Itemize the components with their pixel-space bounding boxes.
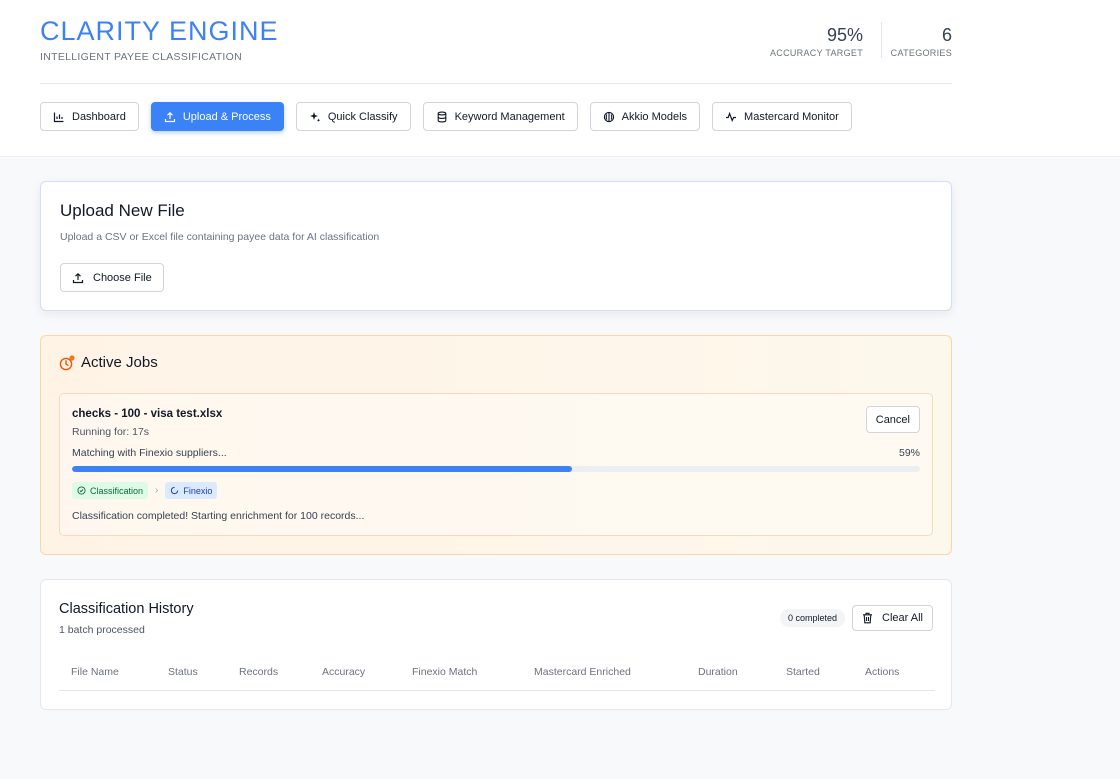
job-current-step: Matching with Finexio suppliers... [72,447,227,459]
header-divider [40,83,952,84]
chevron-right-icon: › [155,485,159,496]
classification-stage-badge: Classification [72,482,149,499]
job-item: checks - 100 - visa test.xlsx Running fo… [59,393,933,536]
active-jobs-title: Active Jobs [81,354,158,371]
categories-stat: 6 CATEGORIES [891,24,952,58]
column-header-accuracy[interactable]: Accuracy [322,666,365,678]
spinner-icon [171,486,179,495]
database-icon [437,111,446,122]
history-table-header: File Name Status Records Accuracy Finexi… [59,658,935,691]
upload-title: Upload New File [60,201,185,220]
column-header-finexio-match[interactable]: Finexio Match [412,666,477,678]
accuracy-value: 95% [826,25,863,45]
nav-quick-classify-button[interactable]: Quick Classify [295,102,411,131]
clear-all-button[interactable]: Clear All [852,605,933,631]
history-subtitle: 1 batch processed [59,624,145,636]
nav-quick-classify-label: Quick Classify [327,110,398,123]
nav-dashboard-button[interactable]: Dashboard [40,102,139,131]
upload-card: Upload New File Upload a CSV or Excel fi… [40,181,952,311]
job-progress-bar [72,466,920,472]
completed-count-badge: 0 completed [779,609,845,627]
upload-description: Upload a CSV or Excel file containing pa… [60,231,380,243]
classification-history-card: Classification History 1 batch processed… [40,579,952,710]
activity-icon [726,111,737,122]
job-stage-badges: Classification › Finexio [72,482,218,499]
app-subtitle: INTELLIGENT PAYEE CLASSIFICATION [40,51,242,63]
active-jobs-header: Active Jobs [59,354,158,371]
nav-keyword-management-label: Keyword Management [454,110,565,123]
accuracy-label: ACCURACY TARGET [769,48,863,58]
cancel-job-button[interactable]: Cancel [865,406,920,433]
job-status-message: Classification completed! Starting enric… [72,510,365,522]
nav-dashboard-label: Dashboard [72,110,126,123]
column-header-duration[interactable]: Duration [698,666,738,678]
stat-divider [881,22,882,58]
nav-akkio-models-label: Akkio Models [621,110,688,123]
column-header-actions[interactable]: Actions [865,666,899,678]
main-nav: Dashboard Upload & Process Quick Classif… [40,102,852,131]
column-header-status[interactable]: Status [168,666,198,678]
app-header: CLARITY ENGINE INTELLIGENT PAYEE CLASSIF… [0,0,1120,157]
job-running-time: Running for: 17s [72,426,150,438]
job-file-name: checks - 100 - visa test.xlsx [72,408,223,420]
nav-upload-process-label: Upload & Process [182,110,271,123]
categories-value: 6 [941,25,952,45]
column-header-started[interactable]: Started [786,666,820,678]
classification-stage-label: Classification [90,485,144,496]
job-progress-percent: 59% [898,447,920,459]
clear-all-label: Clear All [882,612,923,624]
upload-icon [72,272,84,283]
trash-icon [863,612,873,624]
nav-mastercard-monitor-button[interactable]: Mastercard Monitor [712,102,852,131]
categories-label: CATEGORIES [890,48,952,58]
nav-mastercard-monitor-label: Mastercard Monitor [744,110,839,123]
brain-icon [603,111,614,122]
finexio-stage-badge: Finexio [165,482,218,499]
nav-keyword-management-button[interactable]: Keyword Management [422,102,578,131]
nav-upload-process-button[interactable]: Upload & Process [150,102,284,131]
upload-icon [164,111,175,122]
finexio-stage-label: Finexio [183,485,213,496]
sparkles-icon [309,111,321,122]
column-header-records[interactable]: Records [239,666,278,678]
choose-file-label: Choose File [93,271,152,284]
choose-file-button[interactable]: Choose File [60,263,164,292]
clock-icon [59,354,75,370]
bar-chart-icon [53,112,64,122]
column-header-file-name[interactable]: File Name [71,666,119,678]
nav-akkio-models-button[interactable]: Akkio Models [589,102,701,131]
column-header-mastercard-enriched[interactable]: Mastercard Enriched [534,666,631,678]
accuracy-stat: 95% ACCURACY TARGET [770,24,863,58]
job-progress-fill [72,466,573,472]
active-jobs-card: Active Jobs checks - 100 - visa test.xls… [40,335,952,555]
history-title: Classification History [59,601,194,617]
app-title: CLARITY ENGINE [40,16,279,46]
check-circle-icon [77,486,86,495]
